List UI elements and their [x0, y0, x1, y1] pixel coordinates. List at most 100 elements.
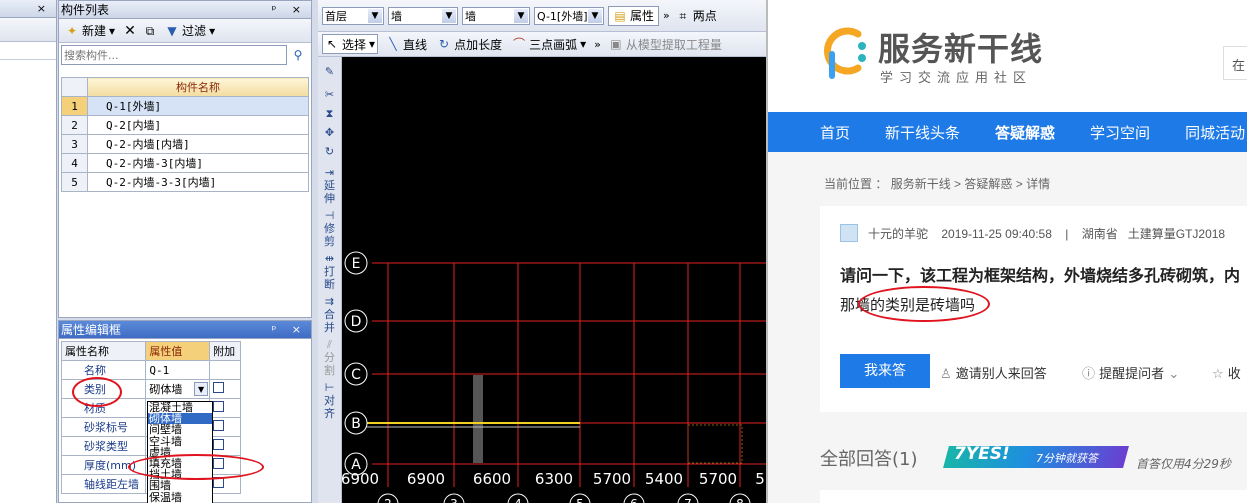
filter-button[interactable]: ▼ 过滤 ▾	[163, 22, 217, 39]
prop-extra	[209, 417, 241, 437]
panel-pin-close-icons[interactable]: ᵖ ×	[272, 1, 307, 19]
component-row[interactable]: 2 Q-2[内墙]	[61, 115, 309, 135]
component-search-input[interactable]	[61, 45, 287, 65]
checkbox[interactable]	[213, 382, 225, 393]
overflow-chevron-icon[interactable]: »	[663, 9, 670, 22]
wall-segment[interactable]	[473, 375, 483, 463]
remind-button[interactable]: ⓘ 提醒提问者 ⌄	[1082, 363, 1179, 382]
dropdown-option[interactable]: 间壁墙	[148, 424, 212, 435]
dimension-label: 6600	[473, 470, 511, 488]
new-component-button[interactable]: ✦ 新建 ▾	[63, 22, 117, 39]
collect-button[interactable]: ☆ 收	[1212, 363, 1241, 382]
prop-extra	[209, 360, 241, 380]
draw-toolbar: ↖ 选择 ▾ ╲ 直线 ↻ 点加长度 ⌒ 三点画弧 ▾ » ▣ 从模型提取工程量	[318, 32, 766, 57]
point-length-button[interactable]: ↻ 点加长度	[435, 36, 504, 53]
arc-button[interactable]: ⌒ 三点画弧 ▾	[510, 36, 588, 53]
gtj-window: × 构件列表 ᵖ × ✦ 新建▾ ✕ ⧉ ▼ 过滤▾ ⚲	[0, 0, 766, 503]
component-row[interactable]: 5 Q-2-内墙-3-3[内墙]	[61, 172, 309, 192]
component-row[interactable]: 3 Q-2-内墙[内墙]	[61, 134, 309, 154]
dropdown-option[interactable]: 保温墙	[148, 491, 212, 502]
nav-qa[interactable]: 答疑解惑	[995, 122, 1055, 143]
search-icon[interactable]: ⚲	[291, 48, 305, 62]
svg-text:7: 7	[684, 497, 692, 503]
type2-select[interactable]: 墙 ▼	[462, 6, 530, 25]
chevron-down-icon[interactable]: ▼	[194, 382, 209, 396]
type1-select[interactable]: 墙 ▼	[388, 6, 458, 25]
dimension-label: 5400	[645, 470, 683, 488]
site-search-input[interactable]: 在	[1223, 46, 1247, 80]
extract-quantity-button[interactable]: ▣ 从模型提取工程量	[607, 36, 724, 53]
component-row[interactable]: 1 Q-1[外墙]	[61, 96, 309, 116]
extend-label: 延伸	[324, 179, 335, 205]
wall-segment-dashed[interactable]	[687, 424, 743, 464]
properties-button[interactable]: ▤ 属性	[608, 5, 660, 26]
merge-icon: ⇉	[324, 295, 335, 308]
answer-button[interactable]: 我来答	[840, 354, 930, 388]
arc-label: 三点画弧	[529, 37, 578, 52]
invite-button[interactable]: ♙ 邀请别人来回答	[940, 363, 1047, 382]
category-select[interactable]: 砌体墙 ▼	[145, 379, 211, 399]
property-row[interactable]: 名称 Q-1	[60, 360, 241, 380]
split-label: 分割	[324, 351, 335, 377]
prop-value[interactable]: Q-1	[145, 360, 211, 380]
drawing-canvas[interactable]: E D C B A 6900 6900 6600 6300 5700 5400 …	[342, 57, 766, 503]
two-points-label: 两点	[692, 9, 717, 23]
user-icon: ♙	[940, 367, 952, 382]
component-name: Q-2-内墙-3-3[内墙]	[87, 172, 309, 192]
avatar[interactable]	[840, 224, 858, 242]
filter-label: 过滤	[182, 24, 207, 38]
post-tag[interactable]: 土建算量GTJ2018	[1128, 227, 1225, 241]
nav-learning[interactable]: 学习空间	[1090, 122, 1150, 143]
dimension-label: 5700	[593, 470, 631, 488]
breadcrumb-link[interactable]: 答疑解惑	[964, 177, 1012, 191]
author-name[interactable]: 十元的羊驼	[868, 227, 928, 241]
scissors-icon[interactable]: ✂	[318, 88, 341, 101]
delete-icon[interactable]: ✕	[123, 24, 137, 38]
trim-label: 修剪	[324, 222, 335, 248]
component-list-titlebar: 构件列表 ᵖ ×	[59, 1, 311, 19]
info-icon: ⓘ	[1082, 367, 1096, 382]
split-tool[interactable]: ⫽ 分割	[318, 338, 341, 377]
dimension-label: 6900	[407, 470, 445, 488]
align-tool[interactable]: ⊢ 对齐	[318, 381, 341, 420]
trim-tool[interactable]: ⊣ 修剪	[318, 209, 341, 248]
checkbox[interactable]	[213, 401, 225, 412]
row-num-header	[61, 77, 88, 97]
category-value: 砌体墙	[149, 383, 183, 396]
floor-select[interactable]: 首层 ▼	[322, 6, 384, 25]
merge-tool[interactable]: ⇉ 合并	[318, 295, 341, 334]
nav-events[interactable]: 同城活动	[1185, 122, 1245, 143]
checkbox[interactable]	[213, 420, 225, 431]
overflow-chevron-icon[interactable]: »	[594, 38, 601, 51]
mirror-icon[interactable]: ⧗	[318, 107, 341, 120]
prop-extra	[209, 436, 241, 456]
break-icon: ⇹	[324, 252, 335, 265]
pencil-icon[interactable]: ✎	[318, 65, 341, 78]
type2-value: 墙	[465, 9, 476, 23]
annotation-circle	[72, 377, 122, 407]
svg-text:3: 3	[450, 497, 458, 503]
dropdown-option[interactable]: 围墙	[148, 480, 212, 491]
category-dropdown-list[interactable]: 混凝土墙 砌体墙 间壁墙 空斗墙 虚墙 填充墙 挡土墙 围墙 保温墙	[147, 401, 213, 503]
line-button[interactable]: ╲ 直线	[384, 36, 429, 53]
two-points-button[interactable]: ⌗ 两点	[674, 7, 719, 24]
point-length-label: 点加长度	[454, 37, 503, 52]
component-row[interactable]: 4 Q-2-内墙-3[内墙]	[61, 153, 309, 173]
left-panel-close-icon[interactable]: ×	[37, 0, 52, 18]
extend-tool[interactable]: ⇥ 延伸	[318, 166, 341, 205]
move-icon[interactable]: ✥	[318, 126, 341, 139]
nav-headlines[interactable]: 新干线头条	[885, 122, 960, 143]
breadcrumb-link[interactable]: 服务新干线	[891, 177, 951, 191]
select-button[interactable]: ↖ 选择 ▾	[322, 34, 379, 54]
annotation-circle	[128, 454, 264, 480]
break-tool[interactable]: ⇹ 打断	[318, 252, 341, 291]
remind-label: 提醒提问者	[1099, 367, 1165, 382]
nav-home[interactable]: 首页	[820, 122, 850, 143]
copy-icon[interactable]: ⧉	[143, 24, 157, 38]
component-select[interactable]: Q-1[外墙] ▼	[534, 6, 604, 25]
rotate-icon[interactable]: ↻	[318, 145, 341, 158]
axis-icon: ⌗	[679, 8, 687, 23]
axis-col-labels: 2 3 4 5 6 7 8	[377, 493, 751, 503]
checkbox[interactable]	[213, 439, 225, 450]
property-pin-close-icons[interactable]: ᵖ ×	[272, 321, 307, 339]
